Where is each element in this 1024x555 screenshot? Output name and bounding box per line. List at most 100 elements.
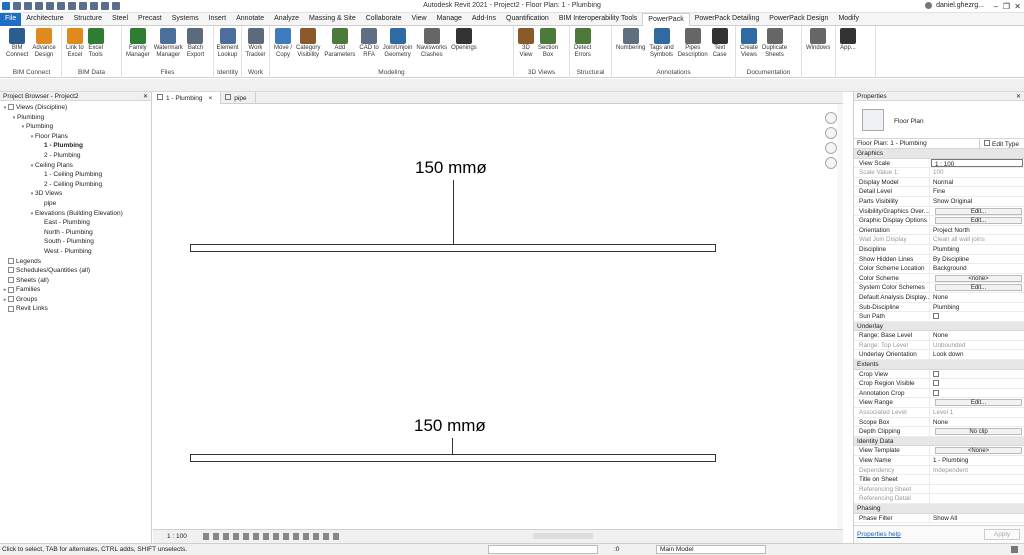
family-manager-button[interactable]: Family Manager [124,28,152,59]
duplicate-sheets-button[interactable]: Duplicate Sheets [760,28,789,59]
advance-design-button[interactable]: Advance Design [30,28,57,59]
property-edit-button[interactable]: Edit... [935,399,1022,407]
work-tracker-button[interactable]: Work Tracker [244,28,267,59]
property-edit-button[interactable]: Edit... [935,217,1022,225]
tree-node[interactable]: West - Plumbing [0,247,151,257]
property-value[interactable]: Edit... [930,398,1024,407]
property-value[interactable]: No clip [930,427,1024,436]
property-value[interactable]: Edit... [930,216,1024,225]
restore-icon[interactable]: ❐ [1003,2,1010,11]
pipe-size-label[interactable]: 150 mmø [414,416,486,436]
property-checkbox[interactable] [933,370,939,377]
property-value[interactable]: None [930,418,1024,427]
tab-view[interactable]: View [407,13,432,26]
view-tab[interactable]: 1 - Plumbing × [153,92,222,104]
drawing-area[interactable]: 150 mmø 150 mmø [153,104,843,529]
link-to-excel-button[interactable]: Link to Excel [64,28,86,59]
tree-node[interactable]: pipe [0,199,151,209]
property-value[interactable]: Background [930,264,1024,273]
tree-node[interactable]: 1 - Ceiling Plumbing [0,170,151,180]
property-value[interactable]: Plumbing [930,303,1024,312]
property-value[interactable] [930,312,1024,321]
property-value[interactable]: Show Original [930,197,1024,206]
close-icon[interactable]: ✕ [1014,2,1021,11]
section-box-button[interactable]: Section Box [536,28,560,59]
bim-connect-button[interactable]: BIM Connect [4,28,30,59]
tab-modify[interactable]: Modify [833,13,864,26]
property-value[interactable]: 1 : 100 [931,158,1023,168]
numbering-button[interactable]: Numbering [614,28,647,59]
view-control-icons[interactable] [203,533,343,540]
property-category[interactable]: Graphics [854,149,1024,159]
tab-analyze[interactable]: Analyze [269,13,304,26]
tab-collaborate[interactable]: Collaborate [361,13,407,26]
zoom-extents-icon[interactable] [825,157,837,169]
tab-steel[interactable]: Steel [107,13,133,26]
tab-manage[interactable]: Manage [432,13,467,26]
tree-node[interactable]: East - Plumbing [0,218,151,228]
element-lookup-button[interactable]: Element Lookup [216,28,239,59]
model-selector[interactable]: Main Model [656,545,766,554]
property-value[interactable]: Show All [930,514,1024,523]
property-checkbox[interactable] [933,380,939,387]
property-value[interactable]: Edit... [930,207,1024,216]
tree-node[interactable]: ▾ Elevations (Building Elevation) [0,209,151,219]
tree-node[interactable]: ▾ Ceiling Plans [0,161,151,171]
vertical-scrollbar[interactable] [837,104,843,529]
join-unjoin-geometry-button[interactable]: Join/Unjoin Geometry [381,28,415,59]
property-value[interactable]: <none> [930,274,1024,283]
text-case-button[interactable]: Text Case [710,28,730,59]
edit-type-button[interactable]: Edit Type [980,139,1024,148]
tab-add-ins[interactable]: Add-Ins [467,13,501,26]
user-area[interactable]: daniel.ghezrg... [925,2,984,9]
tree-node[interactable]: ▾ Plumbing [0,122,151,132]
tree-node[interactable]: ▾ 3D Views [0,189,151,199]
tab-massing-site[interactable]: Massing & Site [304,13,361,26]
property-category[interactable]: Phasing [854,503,1024,514]
property-value[interactable] [930,475,1024,484]
tree-node[interactable]: ▸ Groups [0,295,151,305]
create-views-button[interactable]: Create Views [738,28,760,59]
tree-node[interactable]: North - Plumbing [0,228,151,238]
property-edit-button[interactable]: Edit... [935,284,1022,292]
property-value[interactable]: Normal [930,178,1024,187]
tab-architecture[interactable]: Architecture [21,13,68,26]
add-parameters-button[interactable]: Add Parameters [322,28,357,59]
tree-node[interactable]: South - Plumbing [0,237,151,247]
view-cube-icon[interactable] [825,112,837,124]
app-button[interactable]: App... [838,28,858,52]
tree-node[interactable]: ▾ Views (Discipline) [0,103,151,113]
pipe-size-label[interactable]: 150 mmø [415,158,487,178]
property-checkbox[interactable] [933,389,939,396]
property-value[interactable]: Edit... [930,283,1024,292]
apply-button[interactable]: Apply [984,529,1020,540]
view-scale[interactable]: 1 : 100 [167,533,187,540]
property-category[interactable]: Extents [854,360,1024,370]
category-visibility-button[interactable]: Category Visibility [294,28,322,59]
tree-node[interactable]: ▾ Plumbing [0,113,151,123]
tab-powerpack-detailing[interactable]: PowerPack Detailing [690,13,765,26]
property-edit-button[interactable]: <None> [935,447,1022,455]
property-value[interactable]: Look down [930,350,1024,359]
minimize-icon[interactable]: – [994,2,998,11]
workset-selector[interactable] [488,545,598,554]
openings-button[interactable]: Openings [449,28,479,59]
view-tab[interactable]: pipe [221,92,256,104]
navisworks-clashes-button[interactable]: Navisworks Clashes [414,28,449,59]
pipes-description-button[interactable]: Pipes Description [676,28,710,59]
property-edit-button[interactable]: No clip [935,428,1022,436]
type-selector[interactable]: Floor Plan [854,101,1024,139]
property-value[interactable] [930,370,1024,379]
close-icon[interactable]: ✕ [1016,93,1021,100]
horizontal-scrollbar[interactable] [533,533,593,539]
properties-help-link[interactable]: Properties help [857,531,901,538]
detect-errors-button[interactable]: Detect Errors [572,28,593,59]
filter-icon[interactable] [1011,546,1018,553]
property-value[interactable] [930,389,1024,398]
instance-selector[interactable]: Floor Plan: 1 - Plumbing [854,138,980,149]
windows-button[interactable]: Windows [804,28,832,52]
tab-quantification[interactable]: Quantification [501,13,554,26]
cad-to-rfa-button[interactable]: CAD to RFA [357,28,380,59]
close-icon[interactable]: ✕ [143,93,148,100]
tab-powerpack-design[interactable]: PowerPack Design [764,13,833,26]
